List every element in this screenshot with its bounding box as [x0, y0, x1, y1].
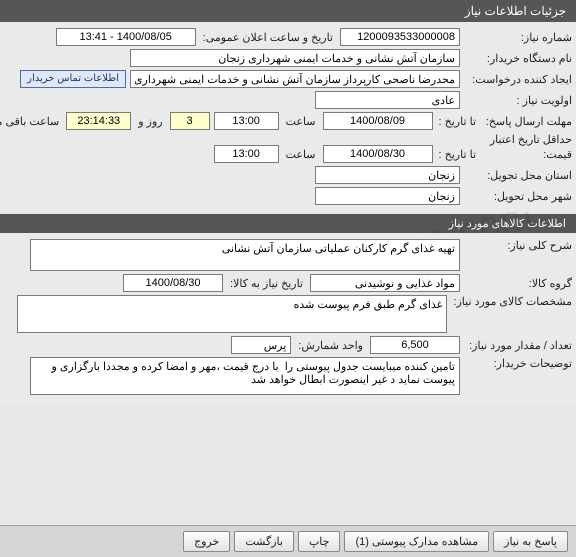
- days-and-label: روز و: [135, 115, 165, 128]
- need-date-label: تاریخ نیاز به کالا:: [227, 277, 306, 290]
- need-date-field[interactable]: [123, 274, 223, 292]
- attachments-button[interactable]: مشاهده مدارک پیوستی (1): [344, 531, 489, 552]
- reply-button[interactable]: پاسخ به نیاز: [493, 531, 568, 552]
- buyer-org-field[interactable]: [130, 49, 460, 67]
- need-desc-label: شرح کلی نیاز:: [464, 239, 572, 252]
- price-validity-label: حداقل تاریخ اعتبار: [480, 133, 572, 146]
- unit-field[interactable]: [231, 336, 291, 354]
- goods-group-field[interactable]: [310, 274, 460, 292]
- to-date-label-2: تا تاریخ :: [437, 148, 476, 161]
- goods-group-label: گروه کالا:: [464, 277, 572, 290]
- to-date-label-1: تا تاریخ :: [437, 115, 476, 128]
- items-section-header: اطلاعات کالاهای مورد نیاز: [0, 214, 576, 233]
- time-label-2: ساعت: [283, 148, 319, 161]
- request-creator-field[interactable]: [130, 70, 460, 88]
- delivery-city-field[interactable]: [315, 187, 460, 205]
- items-section-title: اطلاعات کالاهای مورد نیاز: [449, 218, 566, 230]
- back-button[interactable]: بازگشت: [234, 531, 294, 552]
- window-header: جزئیات اطلاعات نیاز: [0, 0, 576, 22]
- need-number-field[interactable]: [340, 28, 460, 46]
- time-label-1: ساعت: [283, 115, 319, 128]
- footer-toolbar: پاسخ به نیاز مشاهده مدارک پیوستی (1) چاپ…: [0, 525, 576, 557]
- window-title: جزئیات اطلاعات نیاز: [465, 4, 566, 18]
- public-announce-label: تاریخ و ساعت اعلان عمومی:: [200, 31, 336, 44]
- delivery-province-field[interactable]: [315, 166, 460, 184]
- price-to-date-field[interactable]: [323, 145, 433, 163]
- reply-time-field[interactable]: [214, 112, 279, 130]
- qty-label: تعداد / مقدار مورد نیاز:: [464, 339, 572, 352]
- goods-spec-label: مشخصات کالای مورد نیاز:: [451, 295, 572, 308]
- public-announce-field[interactable]: [56, 28, 196, 46]
- remaining-time-field: [66, 112, 131, 130]
- need-number-label: شماره نیاز:: [464, 31, 572, 44]
- print-button[interactable]: چاپ: [298, 531, 341, 552]
- priority-label: اولویت نیاز :: [464, 94, 572, 107]
- buyer-org-label: نام دستگاه خریدار:: [464, 52, 572, 65]
- price-time-field[interactable]: [214, 145, 279, 163]
- reply-deadline-label: مهلت ارسال پاسخ:: [480, 115, 572, 128]
- request-creator-label: ایجاد کننده درخواست:: [464, 73, 572, 86]
- delivery-city-label: شهر محل تحویل:: [464, 190, 572, 203]
- delivery-province-label: استان محل تحویل:: [464, 169, 572, 182]
- buyer-notes-field[interactable]: [30, 357, 460, 395]
- need-desc-field[interactable]: [30, 239, 460, 271]
- price-label2: قیمت:: [480, 148, 572, 161]
- buyer-notes-label: توضیحات خریدار:: [464, 357, 572, 370]
- items-form: شرح کلی نیاز: گروه کالا: تاریخ نیاز به ک…: [0, 233, 576, 404]
- priority-field[interactable]: [315, 91, 460, 109]
- remaining-label: ساعت باقی مانده: [0, 115, 62, 128]
- remaining-days-field: [170, 112, 210, 130]
- goods-spec-field[interactable]: [17, 295, 447, 333]
- reply-to-date-field[interactable]: [323, 112, 433, 130]
- qty-field[interactable]: [370, 336, 460, 354]
- unit-label: واحد شمارش:: [295, 339, 366, 352]
- contact-info-button[interactable]: اطلاعات تماس خریدار: [20, 70, 126, 88]
- main-form: شماره نیاز: تاریخ و ساعت اعلان عمومی: نا…: [0, 22, 576, 212]
- exit-button[interactable]: خروج: [183, 531, 230, 552]
